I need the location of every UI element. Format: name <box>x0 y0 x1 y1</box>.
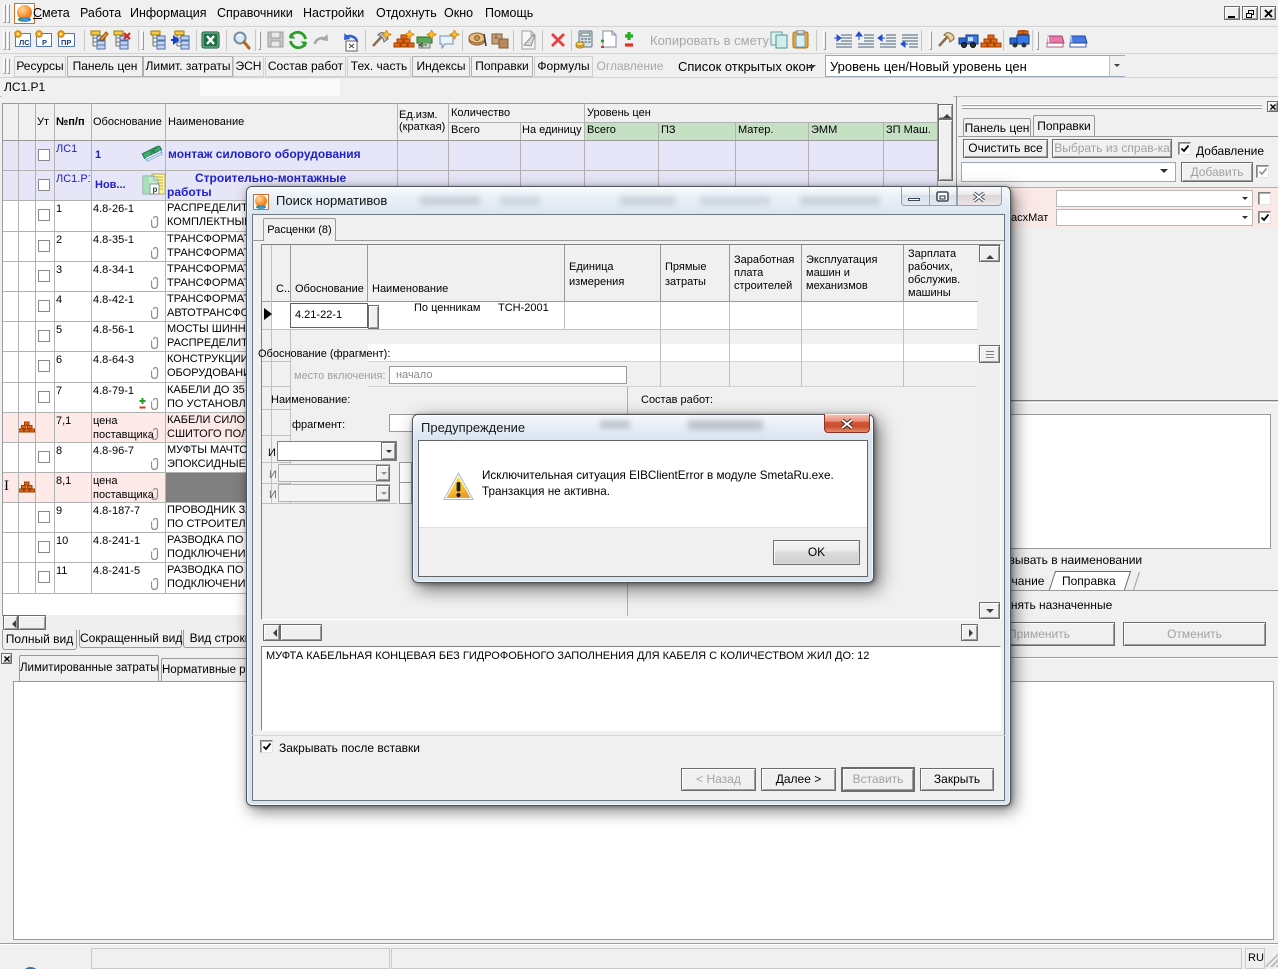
svg-text:p: p <box>153 185 158 194</box>
svg-text:Р: Р <box>42 38 47 47</box>
svg-text:ЛС: ЛС <box>19 38 30 47</box>
svg-text:ПР: ПР <box>61 38 71 47</box>
